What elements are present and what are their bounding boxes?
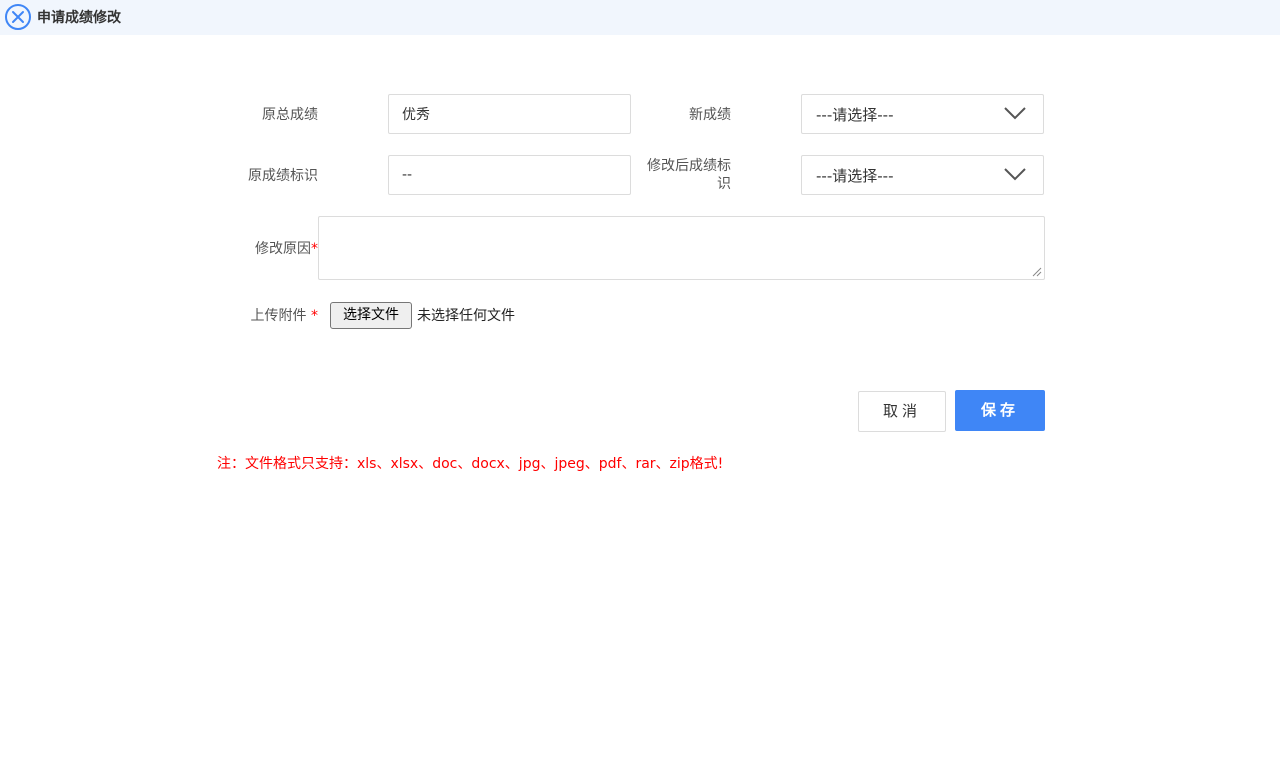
- modified-flag-selected: ---请选择---: [816, 167, 894, 185]
- resize-grip-icon[interactable]: [1030, 265, 1042, 277]
- new-grade-label: 新成绩: [689, 107, 731, 123]
- reason-textarea[interactable]: [318, 216, 1045, 280]
- choose-file-button[interactable]: 选择文件: [330, 302, 412, 329]
- new-grade-selected: ---请选择---: [816, 106, 894, 124]
- dialog-title: 申请成绩修改: [37, 10, 121, 26]
- original-total-field[interactable]: [388, 94, 631, 134]
- original-total-label: 原总成绩: [262, 107, 318, 123]
- modified-flag-label: 修改后成绩标 识: [630, 157, 731, 193]
- original-flag-label: 原成绩标识: [248, 168, 318, 184]
- required-mark: *: [311, 241, 318, 257]
- modified-flag-select[interactable]: ---请选择---: [801, 155, 1044, 195]
- file-format-note: 注：文件格式只支持：xls、xlsx、doc、docx、jpg、jpeg、pdf…: [217, 456, 724, 472]
- modified-flag-label-line1: 修改后成绩标: [647, 158, 731, 174]
- reason-label: 修改原因*: [218, 240, 318, 258]
- file-status-text: 未选择任何文件: [417, 308, 515, 324]
- dialog-titlebar: 申请成绩修改: [0, 0, 1280, 35]
- modified-flag-label-line2: 识: [717, 176, 731, 192]
- upload-label: 上传附件 *: [218, 307, 318, 325]
- reason-label-text: 修改原因: [255, 241, 311, 257]
- original-flag-field[interactable]: [388, 155, 631, 195]
- cancel-button[interactable]: 取消: [858, 391, 946, 432]
- save-button[interactable]: 保存: [955, 390, 1045, 431]
- chevron-down-icon: [1004, 168, 1026, 181]
- new-grade-select[interactable]: ---请选择---: [801, 94, 1044, 134]
- upload-label-text: 上传附件: [250, 308, 307, 324]
- chevron-down-icon: [1004, 107, 1026, 120]
- close-icon[interactable]: [4, 3, 32, 31]
- required-mark: *: [311, 308, 318, 324]
